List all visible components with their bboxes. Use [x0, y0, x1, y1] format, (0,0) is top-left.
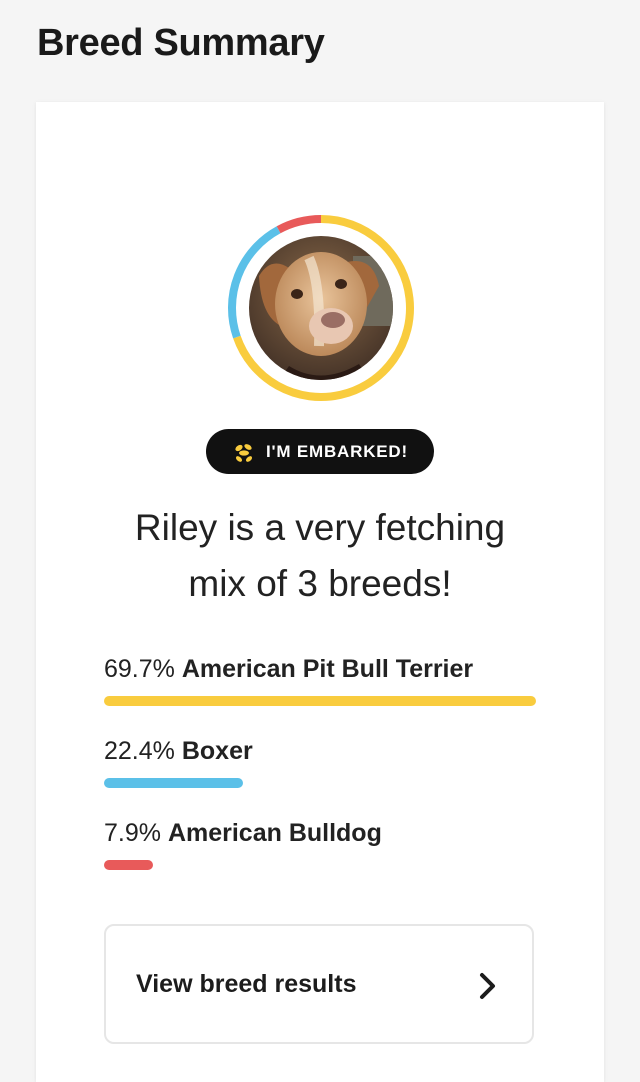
headline-line-2: mix of 3 breeds!	[188, 563, 452, 604]
breed-bar-fill	[104, 778, 243, 788]
breed-bar-fill	[104, 696, 536, 706]
badge-label: I'M EMBARKED!	[266, 441, 408, 461]
breed-name: American Bulldog	[167, 819, 382, 847]
breed-bar-fill	[104, 860, 153, 870]
chevron-right-icon	[478, 971, 498, 1001]
mix-headline: Riley is a very fetching mix of 3 breeds…	[76, 500, 564, 612]
breed-percent: 22.4%	[104, 737, 175, 765]
page-title: Breed Summary	[37, 22, 325, 64]
breed-bar	[104, 778, 536, 788]
breed-ring	[225, 212, 417, 404]
embarked-badge: I'M EMBARKED!	[206, 429, 434, 474]
dog-balloon-icon	[232, 440, 256, 464]
breed-row: 69.7% American Pit Bull Terrier	[104, 654, 536, 706]
breed-name: Boxer	[181, 737, 253, 765]
breed-row: 22.4% Boxer	[104, 736, 536, 788]
breed-percent: 7.9%	[104, 819, 161, 847]
view-breed-results-label: View breed results	[136, 970, 357, 998]
breed-bar	[104, 860, 536, 870]
breed-row: 7.9% American Bulldog	[104, 818, 536, 870]
breed-summary-card: I'M EMBARKED! Riley is a very fetching m…	[36, 102, 604, 1082]
view-breed-results-button[interactable]: View breed results	[104, 924, 534, 1044]
dog-avatar	[249, 236, 393, 380]
breed-name: American Pit Bull Terrier	[181, 655, 474, 683]
headline-line-1: Riley is a very fetching	[134, 507, 506, 548]
breed-percent: 69.7%	[104, 655, 175, 683]
ring-segment-3	[276, 215, 322, 234]
breed-bar	[104, 696, 536, 706]
